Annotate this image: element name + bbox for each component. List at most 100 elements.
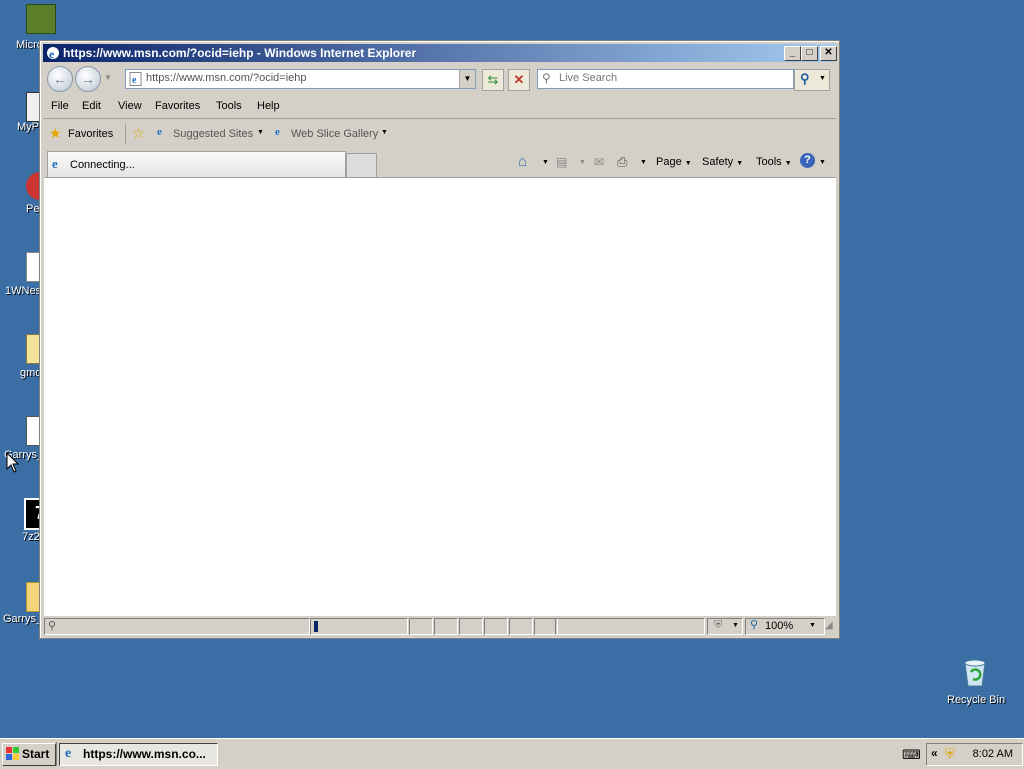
desktop-icon-label: 1WNes [5,285,42,297]
start-button[interactable]: Start [2,743,56,766]
search-icon: ⚲ [48,620,57,632]
tab-connecting[interactable]: e Connecting... [47,151,346,177]
web-slice-gallery-button[interactable]: e Web Slice Gallery ▼ [273,122,391,144]
navigation-bar: ← → ▼ e https://www.msn.com/?ocid=iehp ▼… [43,64,836,94]
desktop-icon-outlook[interactable]: Micro Outl [4,2,66,64]
safety-dropdown-icon: ▼ [736,160,744,167]
address-input[interactable]: https://www.msn.com/?ocid=iehp [146,72,307,84]
status-text-pane: ⚲ [44,618,310,635]
search-input[interactable]: Live Search [559,72,617,84]
tools-dropdown-icon: ▼ [784,160,792,167]
tab-title: Connecting... [70,159,135,171]
suggested-sites-button[interactable]: e Suggested Sites ▼ [155,122,267,144]
page-menu-label: Page [656,156,682,168]
desktop-icon-pe[interactable]: Pe [4,170,54,216]
close-button[interactable]: ✕ [820,46,837,61]
progress-fill [314,621,318,632]
print-dropdown-icon[interactable]: ▼ [640,159,647,166]
mouse-cursor-icon [6,452,20,473]
protected-mode-button[interactable]: ⛨ ▼ [707,618,743,635]
favorites-button[interactable]: ★ Favorites [47,122,123,144]
suggested-sites-dropdown-icon: ▼ [257,129,264,136]
menu-bar: File Edit View Favorites Tools Help [43,96,836,119]
status-bar: ⚲ ⛨ ▼ ⚲ 100% ▼ ◢ [43,617,836,635]
add-to-favorites-bar-icon[interactable]: ☆ [132,125,145,142]
menu-tools[interactable]: Tools [216,100,242,112]
page-content-area[interactable] [44,177,836,616]
menu-favorites[interactable]: Favorites [155,100,200,112]
outlook-icon [26,4,56,34]
desktop-icon-label: Garrys_ [3,613,43,625]
progress-bar [310,618,408,635]
recent-pages-dropdown-icon[interactable]: ▼ [104,73,112,82]
ie-logo-icon: e [65,746,72,761]
address-dropdown-button[interactable]: ▼ [459,70,475,88]
page-icon: e [129,72,142,86]
resize-grip-icon[interactable]: ◢ [825,620,833,631]
page-dropdown-icon: ▼ [684,160,692,167]
address-bar[interactable]: e https://www.msn.com/?ocid=iehp ▼ [125,69,476,89]
show-hidden-icons-button[interactable]: « [931,746,938,760]
zoom-button[interactable]: ⚲ 100% ▼ [745,618,825,635]
feeds-icon[interactable]: ▤ [556,155,567,169]
status-pane [459,618,483,635]
safety-menu[interactable]: Safety ▼ [702,156,743,168]
desktop-icon-garrys-folder[interactable]: Garrys_ [0,578,56,626]
keyboard-icon[interactable]: ⌨ [902,747,921,763]
forward-button[interactable]: → [75,66,101,92]
recycle-bin-icon [964,659,986,687]
ie-logo-icon: e [47,47,59,60]
security-shield-icon[interactable]: ⛨ [945,746,955,762]
home-icon[interactable]: ⌂ [518,153,527,170]
web-slice-gallery-label: Web Slice Gallery [291,128,379,140]
desktop-icon-recycle-bin[interactable]: Recycle Bin [940,656,1010,708]
tools-menu[interactable]: Tools ▼ [756,156,792,168]
search-icon: ⚲ [542,71,551,85]
page-menu[interactable]: Page ▼ [656,156,692,168]
zone-pane [555,618,705,635]
refresh-button[interactable]: ⇆ [482,69,504,91]
clock[interactable]: 8:02 AM [973,748,1013,760]
menu-help[interactable]: Help [257,100,280,112]
desktop-icon-myp[interactable]: MyP [4,90,56,134]
menu-file[interactable]: File [51,100,69,112]
suggested-sites-label: Suggested Sites [173,128,254,140]
ie-window: e https://www.msn.com/?ocid=iehp - Windo… [39,40,840,639]
taskbar: Start e https://www.msn.co... ⌨ « ⛨ 8:02… [0,738,1024,769]
desktop-icon-gmo[interactable]: gmo [4,332,56,380]
mail-icon[interactable]: ✉ [594,155,604,169]
print-icon[interactable]: ⎙ [617,154,627,170]
help-icon[interactable]: ? [800,153,815,168]
system-tray: « ⛨ 8:02 AM [926,743,1023,766]
lock-icon: ⛨ [714,619,723,631]
ie-page-icon: e [275,126,280,138]
feeds-dropdown-icon[interactable]: ▼ [579,159,586,166]
search-button[interactable]: ⚲ ▼ [794,69,830,91]
zoom-dropdown-icon: ▼ [809,622,816,629]
status-pane [509,618,533,635]
status-pane [409,618,433,635]
search-options-dropdown-icon[interactable]: ▼ [819,75,826,82]
minimize-button[interactable]: _ [784,46,801,61]
ie-page-icon: e [52,156,58,171]
stop-button[interactable]: ✕ [508,69,530,91]
maximize-button[interactable]: □ [801,46,818,61]
back-button[interactable]: ← [47,66,73,92]
home-dropdown-icon[interactable]: ▼ [542,159,549,166]
taskbar-item-label: https://www.msn.co... [83,747,206,761]
desktop-icon-1wnes[interactable]: 1WNes [4,250,56,298]
menu-view[interactable]: View [118,100,142,112]
desktop-icon-7z[interactable]: 7 7z2 [4,496,56,544]
taskbar-item-ie[interactable]: e https://www.msn.co... [59,743,218,766]
protected-mode-dropdown-icon: ▼ [732,622,739,629]
help-dropdown-icon[interactable]: ▼ [819,159,826,166]
menu-edit[interactable]: Edit [82,100,101,112]
desktop-icon-label: MyP [17,121,39,133]
title-bar[interactable]: e https://www.msn.com/?ocid=iehp - Windo… [43,44,837,62]
search-box[interactable]: ⚲ Live Search [537,69,794,89]
svg-text:e: e [132,75,137,86]
ie-page-icon: e [157,126,162,138]
favorites-separator [125,124,126,144]
zoom-level: 100% [765,620,794,632]
new-tab-button[interactable] [346,153,377,177]
